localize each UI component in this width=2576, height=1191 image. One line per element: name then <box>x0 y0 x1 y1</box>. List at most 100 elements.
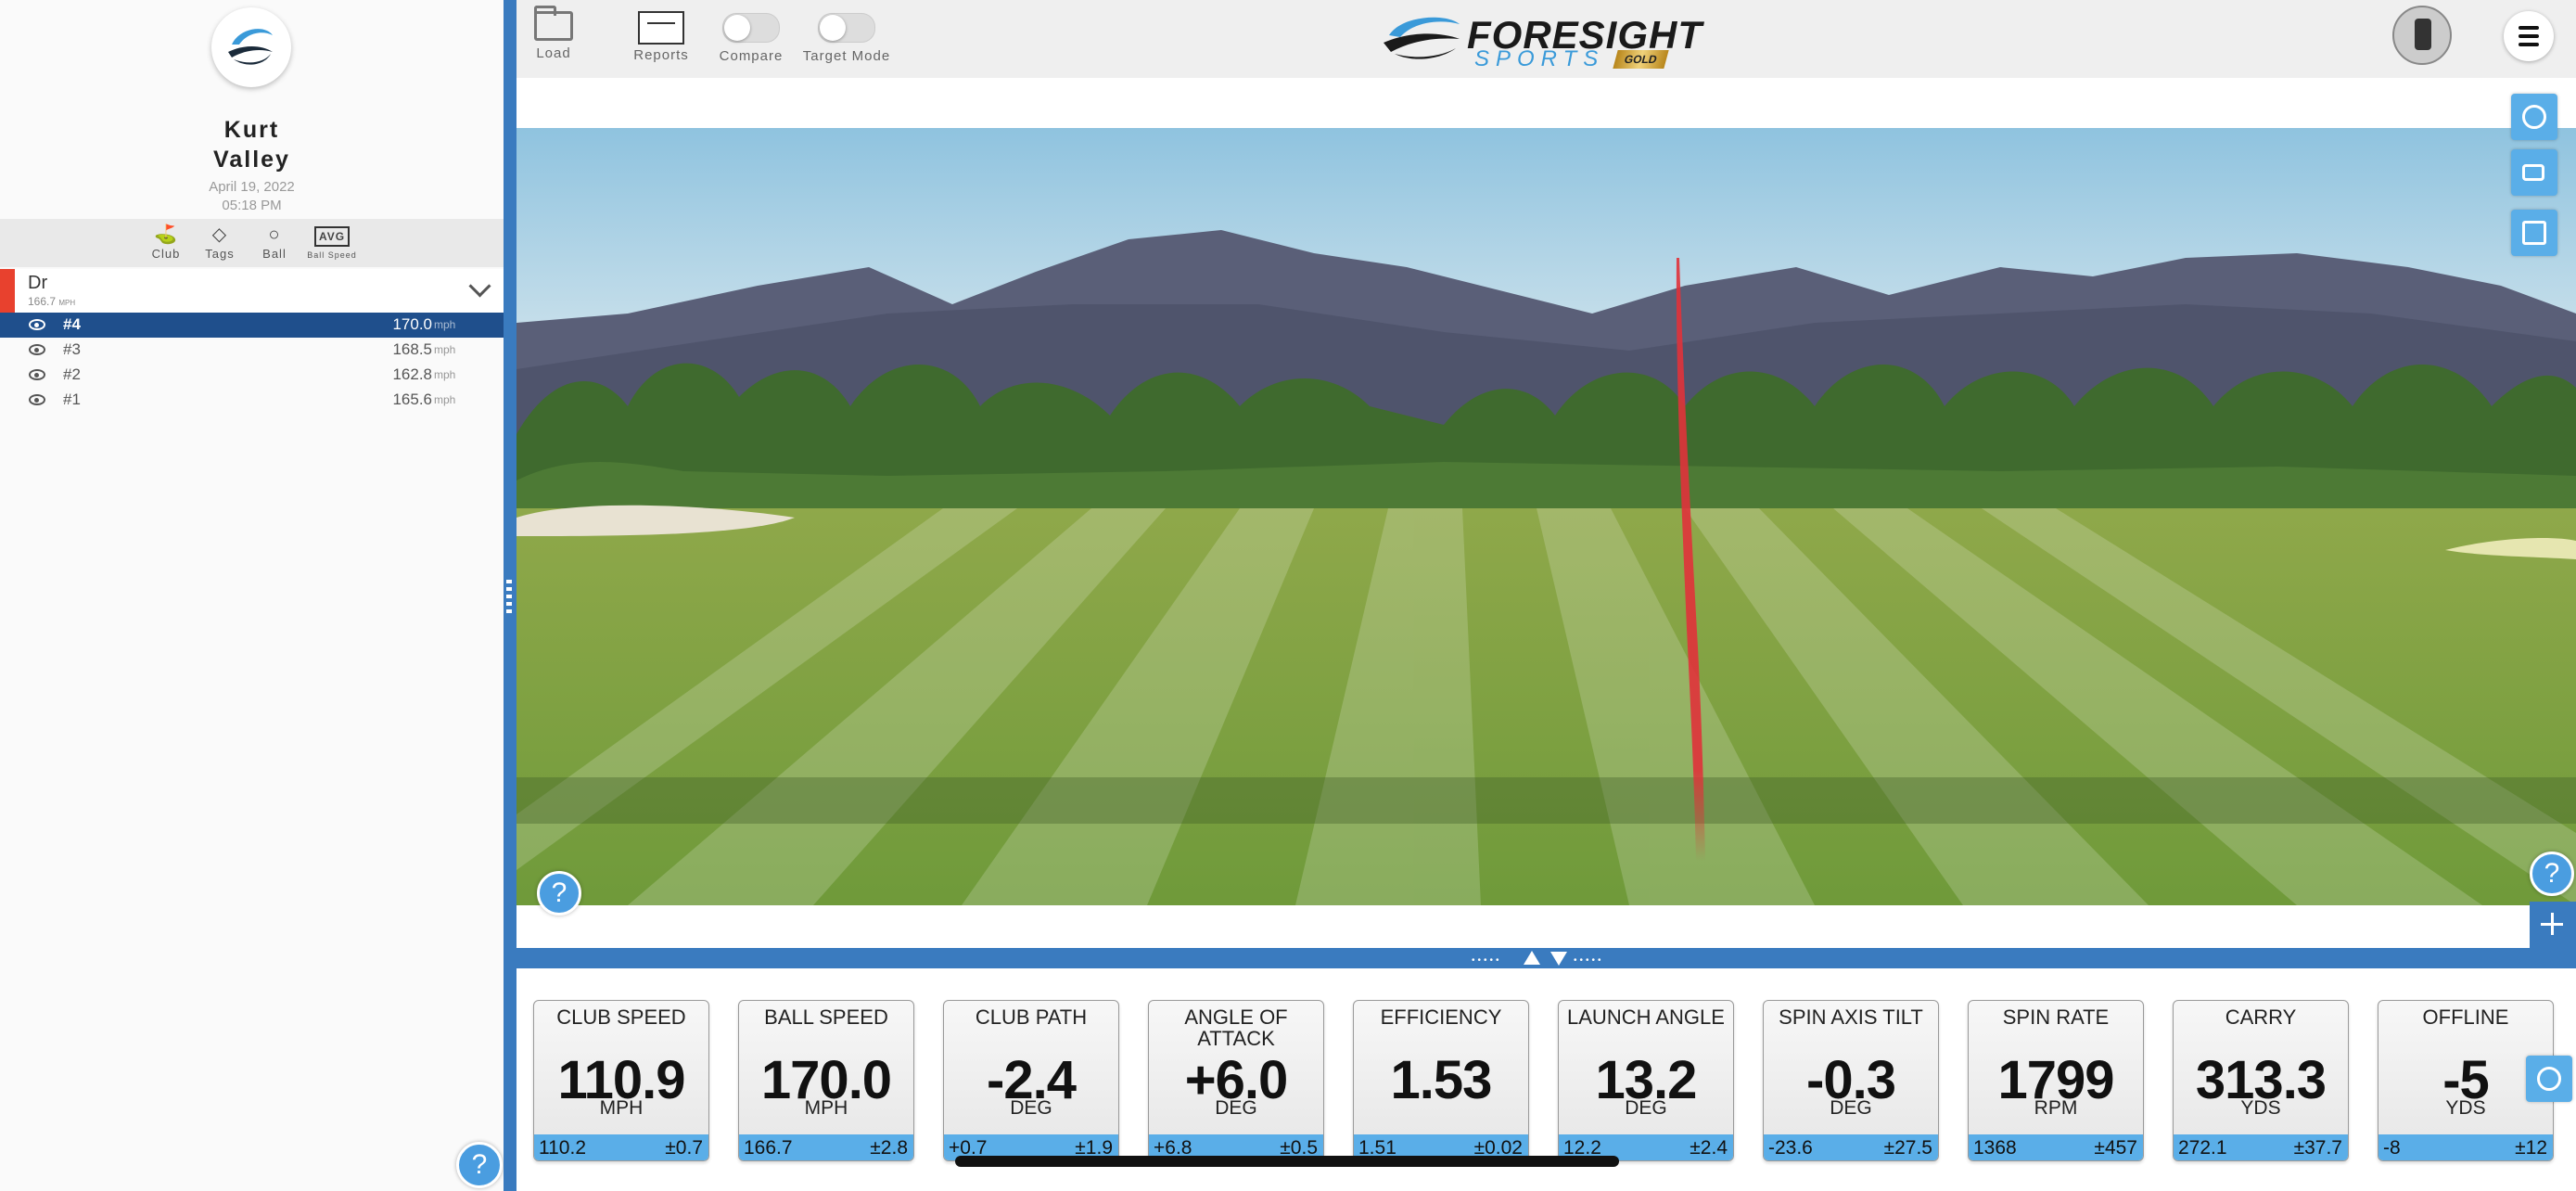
right-help-button[interactable]: ? <box>2530 852 2574 896</box>
foresight-logo-icon <box>228 29 273 65</box>
metric-tile-spin-rate[interactable]: SPIN RATE 1799 RPM 1368 ±457 <box>1968 1000 2144 1161</box>
metric-unit: RPM <box>2034 1097 2078 1119</box>
club-icon: ⛳ <box>154 224 178 245</box>
expand-up-icon[interactable] <box>1524 951 1540 965</box>
shot-unit: mph <box>434 343 456 356</box>
sidebar-help-button[interactable]: ? <box>456 1142 503 1188</box>
visibility-eye-icon[interactable] <box>29 394 45 405</box>
metric-tile-club-path[interactable]: CLUB PATH -2.4 DEG +0.7 ±1.9 <box>943 1000 1119 1161</box>
metric-label: LAUNCH ANGLE <box>1567 1005 1725 1029</box>
target-mode-switch[interactable] <box>818 13 875 43</box>
collapse-view-button[interactable] <box>2530 902 2576 948</box>
metric-label: ANGLE OF ATTACK <box>1184 1005 1288 1050</box>
target-mode-toggle[interactable]: Target Mode <box>795 6 899 64</box>
camera-view-button[interactable] <box>2511 149 2557 196</box>
metric-deviation: ±0.7 <box>665 1137 703 1159</box>
player-avatar[interactable] <box>211 7 291 87</box>
metric-tile-efficiency[interactable]: EFFICIENCY 1.53 1.51 ±0.02 <box>1353 1000 1529 1161</box>
metric-deviation: ±27.5 <box>1883 1137 1932 1159</box>
user-first-name: Kurt <box>223 117 280 143</box>
metric-footer: 166.7 ±2.8 <box>739 1134 913 1160</box>
sidebar-resize-handle[interactable] <box>506 580 512 617</box>
club-filter-label: Club <box>151 247 181 261</box>
toggle-knob <box>820 15 846 41</box>
divider-dots-right: ••••• <box>1574 955 1604 966</box>
visibility-eye-icon[interactable] <box>29 319 45 330</box>
shot-value: 165.6 <box>392 391 432 408</box>
metric-tile-carry[interactable]: CARRY 313.3 YDS 272.1 ±37.7 <box>2173 1000 2349 1161</box>
load-button[interactable]: Load <box>526 6 581 61</box>
club-average: 166.7 MPH <box>28 295 75 308</box>
shot-value: 170.0 <box>392 315 432 333</box>
metric-label: SPIN RATE <box>2002 1005 2110 1029</box>
foresight-swoosh-icon <box>1384 17 1460 59</box>
metric-tile-spin-axis-tilt[interactable]: SPIN AXIS TILT -0.3 DEG -23.6 ±27.5 <box>1763 1000 1939 1161</box>
tags-filter-label: Tags <box>205 247 235 261</box>
metric-footer: -23.6 ±27.5 <box>1764 1134 1938 1160</box>
metric-deviation: ±12 <box>2515 1137 2547 1159</box>
chevron-down-icon[interactable] <box>468 275 491 298</box>
panel-divider[interactable]: ••••• ••••• <box>516 948 2576 968</box>
menu-bar-icon <box>2519 34 2539 38</box>
gear-icon <box>2537 1067 2561 1091</box>
visibility-eye-icon[interactable] <box>29 344 45 355</box>
shot-row-3[interactable]: #3 168.5 mph <box>0 338 504 363</box>
scene-settings-button[interactable] <box>2511 94 2557 140</box>
target-mode-label: Target Mode <box>802 48 891 64</box>
shot-row-1[interactable]: #1 165.6 mph <box>0 388 504 413</box>
range-view-panel: ? <box>516 78 2576 948</box>
club-average-unit: MPH <box>58 299 76 307</box>
metric-label: CARRY <box>2225 1005 2297 1029</box>
avg-ball-speed-label: Ball Speed <box>307 250 357 260</box>
metric-tile-club-speed[interactable]: CLUB SPEED 110.9 MPH 110.2 ±0.7 <box>533 1000 709 1161</box>
home-indicator[interactable] <box>955 1156 1619 1167</box>
shot-unit: mph <box>434 393 456 406</box>
metric-label: OFFLINE <box>2422 1005 2509 1029</box>
club-filter-button[interactable]: ⛳ Club <box>138 223 194 261</box>
metric-label: EFFICIENCY <box>1380 1005 1502 1029</box>
load-label: Load <box>536 45 571 61</box>
scene-help-button[interactable]: ? <box>537 871 581 916</box>
swap-view-button[interactable] <box>2511 210 2557 256</box>
metric-footer: 1368 ±457 <box>1969 1134 2143 1160</box>
metric-label: BALL SPEED <box>764 1005 888 1029</box>
menu-bar-icon <box>2519 26 2539 30</box>
visibility-eye-icon[interactable] <box>29 369 45 380</box>
metric-label: SPIN AXIS TILT <box>1779 1005 1923 1029</box>
club-group-driver[interactable]: Dr 166.7 MPH <box>0 269 504 314</box>
compare-switch[interactable] <box>722 13 780 43</box>
metric-unit: YDS <box>2240 1097 2281 1119</box>
reports-button[interactable]: Reports <box>626 6 696 63</box>
metric-unit: DEG <box>1625 1097 1667 1119</box>
compare-toggle[interactable]: Compare <box>711 6 791 64</box>
avg-ball-speed-button[interactable]: AVG Ball Speed <box>303 223 361 261</box>
metric-deviation: ±2.4 <box>1690 1137 1728 1159</box>
shot-number: #4 <box>63 315 81 333</box>
launch-monitor-device-button[interactable] <box>2392 6 2452 65</box>
shot-row-2[interactable]: #2 162.8 mph <box>0 363 504 388</box>
gear-icon <box>2522 105 2546 129</box>
help-icon: ? <box>551 877 567 908</box>
metric-deviation: ±457 <box>2094 1137 2137 1159</box>
metric-unit: DEG <box>1830 1097 1872 1119</box>
metric-tile-angle-of-attack[interactable]: ANGLE OF ATTACK +6.0 DEG +6.8 ±0.5 <box>1148 1000 1324 1161</box>
folder-icon <box>534 6 573 41</box>
metric-tile-ball-speed[interactable]: BALL SPEED 170.0 MPH 166.7 ±2.8 <box>738 1000 914 1161</box>
tags-filter-button[interactable]: ◇ Tags <box>192 223 248 261</box>
ball-filter-button[interactable]: ○ Ball <box>247 223 302 261</box>
hamburger-menu-button[interactable] <box>2504 11 2554 61</box>
collapse-down-icon[interactable] <box>1550 952 1567 966</box>
metric-footer: 110.2 ±0.7 <box>534 1134 708 1160</box>
metric-footer: -8 ±12 <box>2378 1134 2553 1160</box>
report-icon <box>638 11 684 45</box>
driving-range-scene[interactable] <box>516 128 2576 905</box>
club-average-value: 166.7 <box>28 295 57 308</box>
session-sidebar: Kurt Valley April 19, 2022 05:18 PM ⛳ Cl… <box>0 0 504 1191</box>
shot-row-4[interactable]: #4 170.0 mph <box>0 313 504 338</box>
reports-label: Reports <box>633 47 689 63</box>
session-date: April 19, 2022 <box>209 179 295 195</box>
metric-average: 166.7 <box>744 1137 793 1159</box>
metric-tile-launch-angle[interactable]: LAUNCH ANGLE 13.2 DEG 12.2 ±2.4 <box>1558 1000 1734 1161</box>
help-icon: ? <box>471 1149 488 1180</box>
metrics-settings-button[interactable] <box>2526 1056 2572 1102</box>
